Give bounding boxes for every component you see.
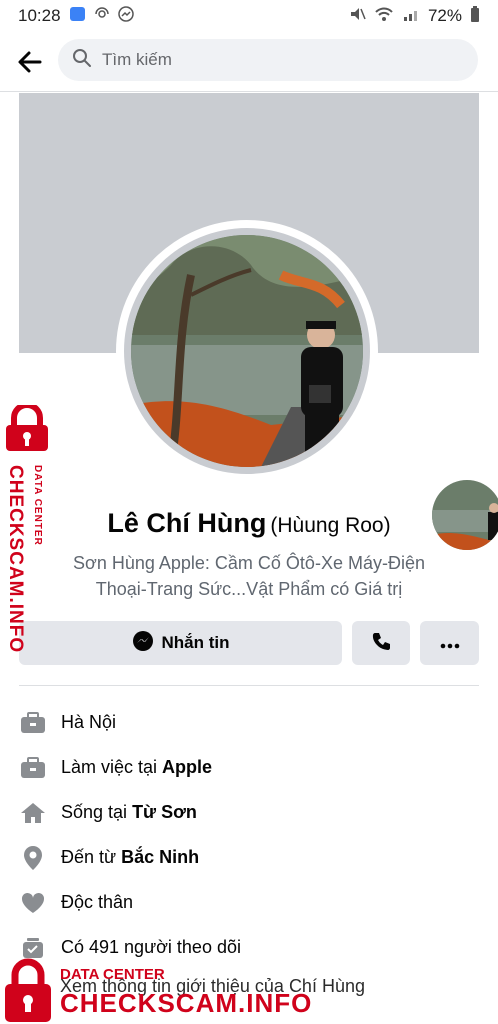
search-input[interactable]: Tìm kiếm — [58, 39, 478, 81]
status-bar: 10:28 72% — [0, 0, 498, 32]
search-icon — [72, 48, 92, 73]
messenger-notification-icon — [117, 5, 135, 28]
bio-line: Sơn Hùng Apple: Cầm Cố Ôtô-Xe Máy-Điện — [73, 553, 425, 573]
info-city: Hà Nội — [61, 712, 117, 732]
briefcase-icon — [19, 754, 47, 782]
info-work: Làm việc tại Apple — [61, 757, 213, 777]
info-lives-place[interactable]: Từ Sơn — [132, 802, 197, 822]
info-lives: Sống tại Từ Sơn — [61, 802, 197, 822]
padlock-icon — [6, 402, 48, 451]
watermark-bottom: DATA CENTER CHECKSCAM.INFO — [0, 958, 498, 1024]
more-options-button[interactable] — [420, 621, 479, 665]
search-placeholder: Tìm kiếm — [102, 50, 172, 69]
info-item-city: Hà Nội — [19, 700, 479, 745]
info-item-relationship: Độc thân — [19, 880, 479, 925]
info-item-from: Đến từ Bắc Ninh — [19, 835, 479, 880]
wifi-icon — [374, 5, 394, 28]
cell-signal-icon — [402, 5, 420, 28]
back-arrow-icon — [18, 51, 42, 73]
app-notification-icon — [69, 5, 87, 28]
bio-line: Thoại-Trang Sức...Vật Phẩm có Giá trị — [95, 579, 403, 599]
signal-broadcast-icon — [93, 5, 111, 28]
home-icon — [19, 799, 47, 827]
profile-info-list: Hà Nội Làm việc tại Apple Sống tại Từ Sơ… — [19, 700, 479, 970]
header-divider — [0, 91, 498, 92]
avatar — [131, 235, 363, 467]
watermark-site-text: CHECKSCAM.INFO — [5, 465, 26, 654]
info-item-work: Làm việc tại Apple — [19, 745, 479, 790]
info-item-lives: Sống tại Từ Sơn — [19, 790, 479, 835]
profile-actions: Nhắn tin — [19, 621, 479, 665]
battery-percent: 72% — [427, 6, 462, 25]
watermark-site-text: CHECKSCAM.INFO — [60, 988, 313, 1018]
back-button[interactable] — [12, 44, 48, 80]
briefcase-icon — [19, 709, 47, 737]
search-header: Tìm kiếm — [0, 32, 498, 92]
location-pin-icon — [19, 844, 47, 872]
watermark-label-text: DATA CENTER — [60, 966, 165, 983]
info-from-place[interactable]: Bắc Ninh — [121, 847, 199, 867]
mute-icon — [348, 5, 366, 28]
phone-icon — [371, 631, 391, 656]
profile-name: Lê Chí Hùng — [107, 508, 267, 538]
heart-icon — [19, 889, 47, 917]
status-time: 10:28 — [18, 6, 61, 25]
profile-bio: Sơn Hùng Apple: Cầm Cố Ôtô-Xe Máy-Điện T… — [30, 550, 468, 602]
call-button[interactable] — [352, 621, 410, 665]
info-relationship: Độc thân — [61, 892, 134, 912]
info-work-place[interactable]: Apple — [162, 757, 212, 777]
profile-picture[interactable] — [116, 220, 382, 482]
status-icons-right: 72% — [348, 5, 480, 28]
info-from: Đến từ Bắc Ninh — [61, 847, 200, 867]
messenger-icon — [132, 630, 154, 657]
section-divider — [19, 685, 479, 686]
message-button-label: Nhắn tin — [161, 633, 230, 652]
profile-name-row: Lê Chí Hùng (Hùung Roo) — [0, 508, 498, 539]
message-button[interactable]: Nhắn tin — [19, 621, 342, 665]
more-dots-icon — [440, 632, 460, 655]
watermark-vertical: CHECKSCAM.INFO DATA CENTER — [2, 402, 56, 655]
profile-alt-name: (Hùung Roo) — [270, 514, 391, 537]
padlock-icon — [5, 958, 51, 1022]
info-followers: Có 491 người theo dõi — [61, 937, 241, 957]
battery-icon — [470, 5, 480, 28]
watermark-label-text: DATA CENTER — [32, 465, 43, 546]
status-icons-left — [69, 5, 135, 28]
